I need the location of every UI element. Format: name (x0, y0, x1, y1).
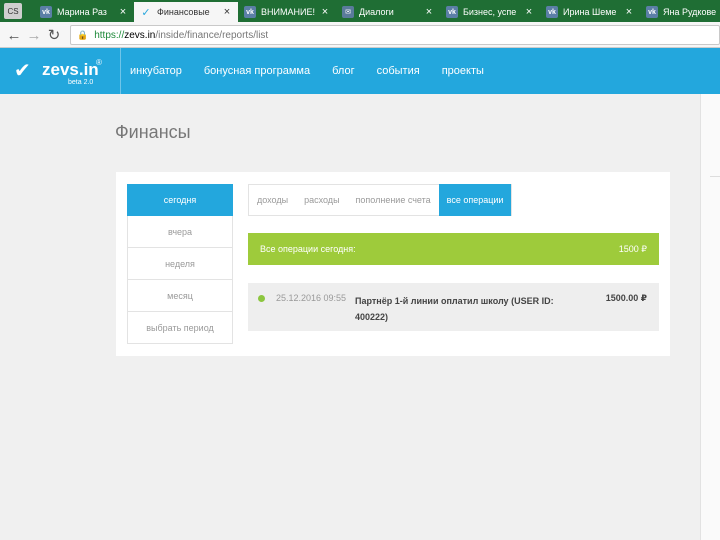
back-arrow-icon[interactable]: ← (4, 25, 24, 45)
operation-date: 25.12.2016 09:55 (276, 293, 347, 303)
period-month[interactable]: месяц (127, 280, 233, 312)
tab-label: Ирина Шеме (563, 7, 617, 17)
browser-tab-active[interactable]: ✓ Финансовые × (134, 2, 238, 22)
vk-icon: vk (446, 6, 458, 18)
browser-tab[interactable]: vk ВНИМАНИЕ! × (238, 2, 336, 22)
operation-amount: 1500.00 ₽ (605, 293, 647, 303)
operation-type-tabs: доходы расходы пополнение счета все опер… (248, 184, 513, 216)
browser-tab[interactable]: vk Марина Раз × (34, 2, 134, 22)
period-week[interactable]: неделя (127, 248, 233, 280)
url-scheme: https:// (94, 29, 125, 41)
vk-icon: vk (40, 6, 52, 18)
period-filter: сегодня вчера неделя месяц выбрать перио… (127, 184, 233, 344)
site-header: ✔ zevs.in ® beta 2.0 инкубатор бонусная … (0, 48, 720, 94)
summary-label: Все операции сегодня: (260, 244, 356, 254)
operation-row: 25.12.2016 09:55 Партнёр 1-й линии оплат… (248, 283, 659, 331)
tab-label: Бизнес, успе (463, 7, 517, 17)
close-icon[interactable]: × (220, 6, 234, 18)
nav-projects[interactable]: проекты (442, 65, 484, 77)
tab-topup[interactable]: пополнение счета (348, 185, 439, 215)
profile-corner-button[interactable]: CS (4, 3, 22, 19)
right-rail (700, 94, 720, 540)
vk-icon: vk (244, 6, 256, 18)
summary-bar: Все операции сегодня: 1500 ₽ (248, 233, 659, 265)
zevs-logo[interactable]: ✔ zevs.in ® beta 2.0 (14, 54, 118, 90)
close-icon[interactable]: × (116, 6, 130, 18)
close-icon[interactable]: × (622, 6, 636, 18)
logo-bolt-icon: ✔ (14, 60, 31, 82)
browser-tab[interactable]: ✉ Диалоги × (336, 2, 440, 22)
forward-arrow-icon[interactable]: → (24, 25, 44, 45)
url-input[interactable]: 🔒 https:// zevs.in /inside/finance/repor… (70, 25, 720, 45)
logo-text: zevs.in (42, 60, 99, 79)
tab-label: Яна Рудкове (663, 7, 717, 17)
tab-label: Финансовые (157, 7, 210, 17)
summary-amount: 1500 ₽ (618, 243, 647, 254)
address-bar: ← → ↻ 🔒 https:// zevs.in /inside/finance… (0, 22, 720, 48)
close-icon[interactable]: × (422, 6, 436, 18)
nav-blog[interactable]: блог (332, 65, 354, 77)
close-icon[interactable]: × (522, 6, 536, 18)
period-yesterday[interactable]: вчера (127, 216, 233, 248)
nav-events[interactable]: события (377, 65, 420, 77)
tab-income[interactable]: доходы (249, 185, 296, 215)
rail-divider (710, 176, 720, 177)
nav-incubator[interactable]: инкубатор (130, 65, 182, 77)
url-host: zevs.in (124, 29, 156, 41)
lock-icon: 🔒 (77, 29, 89, 40)
logo-registered: ® (96, 58, 102, 67)
nav-bonus-program[interactable]: бонусная программа (204, 65, 310, 77)
logo-beta: beta 2.0 (68, 79, 94, 86)
operation-description: Партнёр 1-й линии оплатил школу (USER ID… (355, 296, 554, 322)
reload-icon[interactable]: ↻ (44, 25, 64, 45)
tab-label: Марина Раз (57, 7, 107, 17)
status-dot (258, 295, 265, 302)
vk-icon: vk (546, 6, 558, 18)
finance-card: сегодня вчера неделя месяц выбрать перио… (116, 172, 670, 356)
chat-icon: ✉ (342, 6, 354, 18)
tab-label: Диалоги (359, 7, 394, 17)
top-nav: инкубатор бонусная программа блог событи… (130, 48, 506, 94)
close-icon[interactable]: × (318, 6, 332, 18)
period-today[interactable]: сегодня (127, 184, 233, 216)
browser-tab[interactable]: vk Яна Рудкове (640, 2, 720, 22)
vk-icon: vk (646, 6, 658, 18)
period-custom[interactable]: выбрать период (127, 312, 233, 344)
browser-tabstrip: CS vk Марина Раз × ✓ Финансовые × vk ВНИ… (0, 0, 720, 22)
zevs-icon: ✓ (141, 6, 151, 19)
page-title: Финансы (115, 122, 191, 142)
tab-all-operations[interactable]: все операции (438, 184, 512, 216)
header-divider (120, 48, 121, 94)
url-path: /inside/finance/reports/list (155, 29, 269, 41)
tab-expenses[interactable]: расходы (296, 185, 347, 215)
browser-tab[interactable]: vk Ирина Шеме × (540, 2, 640, 22)
browser-tab[interactable]: vk Бизнес, успе × (440, 2, 540, 22)
tab-label: ВНИМАНИЕ! (261, 7, 315, 17)
